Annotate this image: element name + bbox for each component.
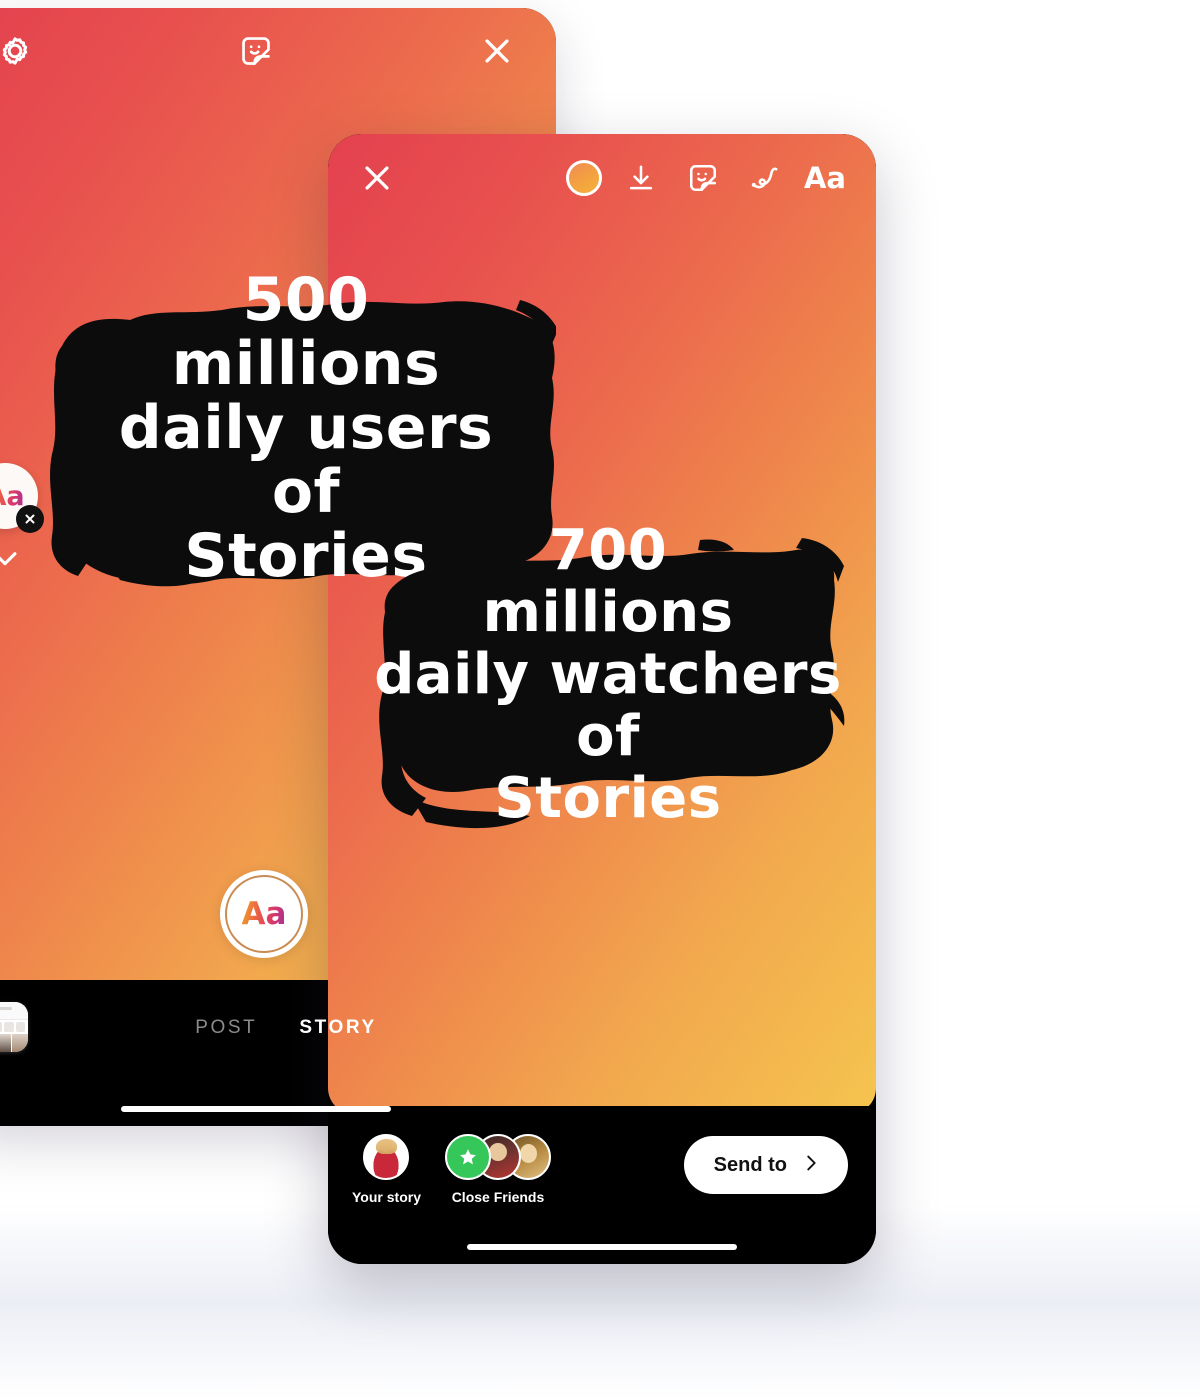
topbar-back <box>0 8 556 94</box>
story-text-line: 500 <box>242 265 370 335</box>
avatar-image <box>365 1136 408 1178</box>
home-indicator <box>467 1244 737 1250</box>
canvas: 500 millions daily users of Stories Aa <box>0 0 1200 1400</box>
close-icon[interactable] <box>354 155 400 201</box>
share-target-list: Your story Close Friends <box>352 1134 551 1205</box>
shutter-ring <box>225 875 303 953</box>
story-text-line: of <box>576 704 640 769</box>
editor-tools: Aa <box>565 155 846 201</box>
close-friends-avatars <box>444 1134 551 1180</box>
tab-post[interactable]: POST <box>195 1017 257 1039</box>
story-text-line: millions <box>482 580 734 645</box>
chevron-down-icon[interactable] <box>0 538 28 578</box>
send-to-label: Send to <box>713 1153 787 1176</box>
your-story-avatar <box>363 1134 410 1180</box>
star-icon <box>444 1134 491 1180</box>
text-style-label: Aa <box>0 483 25 510</box>
download-icon[interactable] <box>618 155 664 201</box>
story-text-line: daily users <box>118 393 494 463</box>
chevron-right-icon <box>800 1152 822 1179</box>
sticker-icon[interactable] <box>233 28 279 74</box>
capture-bar-back: POST STORY <box>0 980 556 1126</box>
close-icon[interactable] <box>16 505 44 533</box>
share-bar-front: Your story Close Friends Send to <box>328 1106 876 1264</box>
story-text-line: Stories <box>494 766 722 831</box>
color-picker-icon[interactable] <box>565 160 602 196</box>
story-text-line: 700 <box>548 518 668 583</box>
story-text-line: millions <box>171 329 441 399</box>
story-text-front: 700 millions daily watchers of Stories <box>368 512 848 830</box>
close-icon[interactable] <box>474 28 520 74</box>
share-target-label: Close Friends <box>451 1189 545 1205</box>
sticker-icon[interactable] <box>680 155 726 201</box>
capture-mode-tabs: POST STORY <box>0 980 556 1076</box>
shutter-text-button[interactable]: Aa <box>220 870 308 958</box>
text-tool-label[interactable]: Aa <box>804 163 846 193</box>
send-to-button[interactable]: Send to <box>683 1136 848 1194</box>
share-target-close-friends[interactable]: Close Friends <box>444 1134 551 1205</box>
share-target-your-story[interactable]: Your story <box>352 1134 421 1205</box>
tab-story[interactable]: STORY <box>299 1017 376 1039</box>
share-target-label: Your story <box>352 1189 421 1205</box>
topbar-front: Aa <box>328 134 876 222</box>
story-text-line: daily watchers <box>374 642 842 707</box>
draw-squiggle-icon[interactable] <box>742 155 788 201</box>
gear-icon[interactable] <box>0 28 38 74</box>
story-text-block-front[interactable]: 700 millions daily watchers of Stories <box>368 512 848 852</box>
